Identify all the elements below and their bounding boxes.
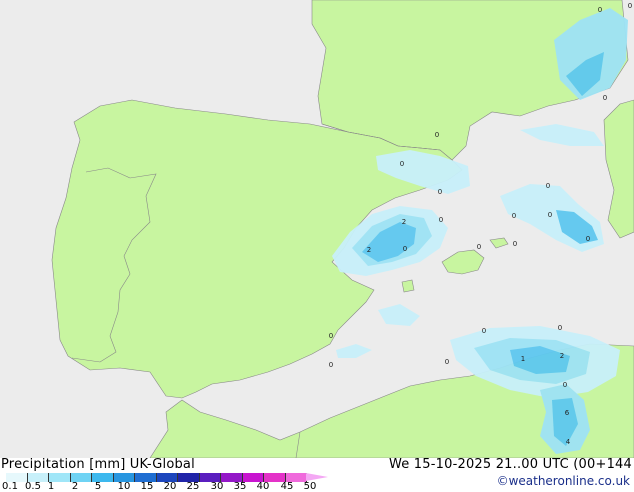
forecast-datetime: We 15-10-2025 21..00 UTC (00+144 xyxy=(388,457,632,472)
svg-text:0: 0 xyxy=(477,243,481,251)
svg-text:0: 0 xyxy=(445,358,449,366)
scale-tick-label: 40 xyxy=(256,481,270,492)
land-ibiza xyxy=(401,279,415,293)
svg-text:0: 0 xyxy=(628,2,632,10)
map-canvas: 0 0 0 0 0 0 0 0 2 0 2 0 0 0 0 0 0 0 0 0 … xyxy=(0,0,634,459)
svg-text:0: 0 xyxy=(512,212,516,220)
svg-text:0: 0 xyxy=(439,216,443,224)
scale-tick-label: 10 xyxy=(117,481,131,492)
legend-bar: Precipitation [mm] UK-Global We 15-10-20… xyxy=(0,457,634,492)
svg-text:0: 0 xyxy=(482,327,486,335)
scale-tick-label: 30 xyxy=(210,481,224,492)
svg-text:0: 0 xyxy=(329,332,333,340)
svg-text:2: 2 xyxy=(367,246,371,254)
scale-tick-label: 25 xyxy=(186,481,200,492)
svg-text:0: 0 xyxy=(329,361,333,369)
scale-tick-label: 2 xyxy=(71,481,79,492)
svg-text:1: 1 xyxy=(521,355,525,363)
scale-tick-label: 0.1 xyxy=(2,481,18,492)
svg-text:0: 0 xyxy=(400,160,404,168)
svg-text:0: 0 xyxy=(563,381,567,389)
svg-text:4: 4 xyxy=(566,438,571,446)
svg-text:0: 0 xyxy=(403,245,407,253)
scale-tick-label: 1 xyxy=(47,481,55,492)
scale-tick-label: 15 xyxy=(140,481,154,492)
svg-text:0: 0 xyxy=(546,182,550,190)
color-scale-arrow xyxy=(306,473,328,481)
svg-text:2: 2 xyxy=(402,218,406,226)
svg-text:0: 0 xyxy=(435,131,439,139)
scale-tick-label: 5 xyxy=(94,481,102,492)
svg-text:0: 0 xyxy=(603,94,607,102)
svg-text:0: 0 xyxy=(438,188,442,196)
svg-text:0: 0 xyxy=(548,211,552,219)
svg-text:0: 0 xyxy=(513,240,517,248)
land-corsica-sardinia xyxy=(603,99,634,239)
scale-tick-label: 35 xyxy=(233,481,247,492)
scale-tick-label: 20 xyxy=(163,481,177,492)
scale-tick-label: 50 xyxy=(303,481,317,492)
svg-text:0: 0 xyxy=(558,324,562,332)
svg-text:2: 2 xyxy=(560,352,564,360)
svg-text:6: 6 xyxy=(565,409,570,417)
precipitation-map: 0 0 0 0 0 0 0 0 2 0 2 0 0 0 0 0 0 0 0 0 … xyxy=(0,0,634,459)
credit-link[interactable]: ©weatheronline.co.uk xyxy=(497,474,630,488)
map-title: Precipitation [mm] UK-Global xyxy=(1,457,195,472)
scale-tick-label: 0.5 xyxy=(25,481,41,492)
svg-text:0: 0 xyxy=(598,6,602,14)
scale-tick-label: 45 xyxy=(280,481,294,492)
svg-text:0: 0 xyxy=(586,235,590,243)
